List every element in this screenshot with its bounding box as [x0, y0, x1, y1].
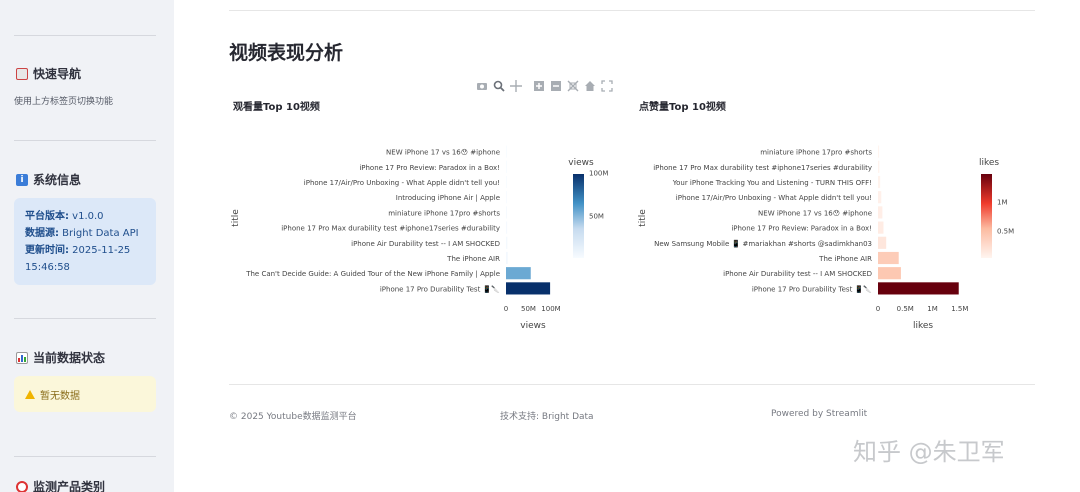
y-tick-label: miniature iPhone 17pro #shorts: [760, 149, 872, 157]
colorbar: [981, 174, 992, 258]
y-tick-label: iPhone 17 Pro Max durability test #iphon…: [281, 225, 500, 233]
bar: [878, 191, 882, 204]
y-tick-label: iPhone 17 Pro Review: Paradox in a Box!: [731, 225, 872, 233]
y-axis-title: title: [231, 209, 241, 227]
colorbar-title: views: [568, 158, 594, 168]
bar: [878, 160, 880, 173]
footer-powered: Powered by Streamlit: [771, 409, 868, 419]
y-tick-label: iPhone 17 Pro Durability Test 📱🔪: [380, 284, 500, 293]
colorbar-tick-label: 1M: [997, 199, 1008, 207]
x-tick-label: 100M: [541, 305, 560, 313]
x-tick-label: 0.5M: [897, 305, 914, 313]
y-tick-label: iPhone Air Durability test -- I AM SHOCK…: [723, 270, 872, 278]
watermark: 知乎 @朱卫军: [853, 438, 1005, 466]
y-tick-label: miniature iPhone 17pro #shorts: [388, 209, 500, 217]
y-tick-label: The iPhone AIR: [446, 255, 500, 263]
colorbar-tick-label: 100M: [589, 169, 608, 177]
bar: [506, 175, 507, 189]
bar: [878, 175, 881, 189]
app: 快速导航 使用上方标签页切换功能 i 系统信息 平台版本: v1.0.0 数据源…: [0, 0, 1080, 492]
bar: [506, 282, 551, 295]
x-tick-label: 50M: [521, 305, 536, 313]
footer-divider: [229, 384, 1035, 385]
x-tick-label: 1M: [927, 305, 938, 313]
bar: [506, 191, 507, 204]
colorbar-tick-label: 0.5M: [997, 227, 1014, 235]
y-tick-label: The Can't Decide Guide: A Guided Tour of…: [245, 270, 500, 278]
y-tick-label: iPhone 17 Pro Max durability test #iphon…: [653, 164, 872, 172]
x-tick-label: 0: [876, 305, 880, 313]
y-tick-label: iPhone 17/Air/Pro Unboxing - What Apple …: [676, 194, 872, 202]
x-axis-title: views: [520, 321, 546, 331]
bar: [506, 267, 531, 280]
colorbar-title: likes: [979, 158, 999, 168]
x-axis-title: likes: [913, 321, 933, 331]
footer-support: 技术支持: Bright Data: [500, 412, 594, 422]
y-tick-label: iPhone 17/Air/Pro Unboxing - What Apple …: [304, 179, 500, 187]
x-tick-label: 0: [504, 305, 508, 313]
footer-copyright: © 2025 Youtube数据监测平台: [229, 412, 357, 422]
y-tick-label: New Samsung Mobile 📱 #mariakhan #shorts …: [654, 239, 872, 248]
x-tick-label: 1.5M: [951, 305, 968, 313]
bar: [878, 221, 884, 234]
y-tick-label: iPhone 17 Pro Durability Test 📱🔪: [752, 284, 872, 293]
y-tick-label: The iPhone AIR: [818, 255, 872, 263]
bar: [878, 251, 899, 265]
bar: [506, 145, 507, 158]
y-tick-label: NEW iPhone 17 vs 16😯 #iphone: [386, 149, 500, 157]
bar: [506, 160, 507, 173]
y-tick-label: iPhone Air Durability test -- I AM SHOCK…: [351, 240, 500, 248]
colorbar: [573, 174, 584, 258]
bar: [506, 236, 508, 249]
bar: [878, 206, 883, 219]
bar: [878, 267, 901, 280]
bar: [506, 251, 508, 265]
colorbar-tick-label: 50M: [589, 213, 604, 221]
y-tick-label: Introducing iPhone Air | Apple: [396, 194, 500, 202]
bar: [506, 206, 507, 219]
bar: [878, 236, 887, 249]
bar: [506, 221, 508, 234]
y-tick-label: iPhone 17 Pro Review: Paradox in a Box!: [359, 164, 500, 172]
bar: [878, 282, 959, 295]
bar: [878, 145, 880, 158]
y-tick-label: Your iPhone Tracking You and Listening -…: [672, 179, 872, 187]
y-axis-title: title: [638, 209, 648, 227]
y-tick-label: NEW iPhone 17 vs 16😯 #iphone: [758, 209, 872, 217]
